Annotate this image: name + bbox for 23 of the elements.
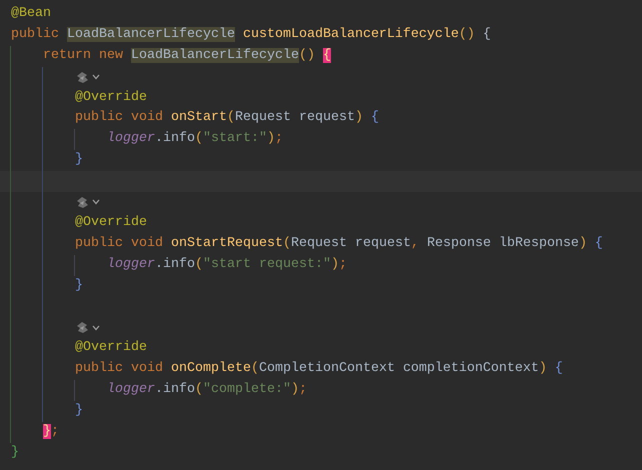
code-line: } (74, 276, 83, 295)
code-line: @Bean (10, 5, 51, 23)
code-line: @Override (74, 339, 147, 358)
implement-marker-icon[interactable] (75, 321, 89, 334)
code-line: }; (42, 422, 59, 441)
code-line: } (74, 151, 83, 170)
code-line: return new LoadBalancerLifecycle() { (42, 46, 331, 65)
code-line: logger.info("complete:"); (106, 381, 307, 400)
chevron-down-icon[interactable] (92, 199, 100, 206)
code-line: public void onComplete(CompletionContext completionContext) { (74, 360, 563, 378)
code-line: } (74, 402, 83, 420)
chevron-down-icon[interactable] (92, 74, 100, 80)
chevron-down-icon[interactable] (92, 324, 100, 331)
implement-marker-icon[interactable] (75, 196, 89, 209)
code-line: public void onStart(Request request) { (74, 109, 379, 128)
code-line: logger.info("start request:"); (106, 256, 347, 274)
code-line: public void onStartRequest(Request request, Response lbResponse) { (74, 234, 603, 253)
code-line: logger.info("start:"); (106, 130, 283, 148)
code-line: @Override (74, 214, 147, 232)
implement-marker-icon[interactable] (75, 70, 89, 84)
code-line: @Override (74, 88, 147, 107)
code-line: public LoadBalancerLifecycle customLoadBalancerLifecycle() { (10, 26, 491, 44)
code-line: } (10, 444, 19, 462)
